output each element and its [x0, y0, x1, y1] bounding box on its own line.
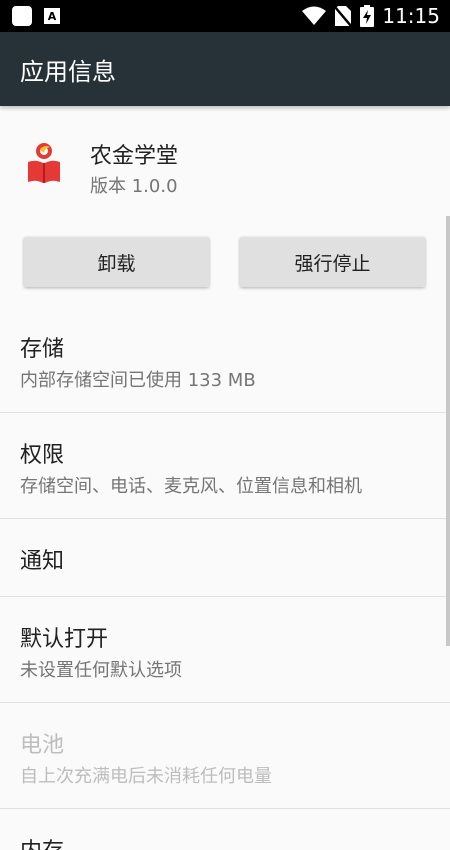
scrollbar-thumb[interactable]: [446, 216, 450, 646]
status-right: 11:15: [302, 4, 440, 28]
app-header: 农金学堂 版本 1.0.0: [0, 106, 450, 216]
no-sim-icon: [334, 6, 353, 27]
settings-row-battery: 电池 自上次充满电后未消耗任何电量: [0, 703, 450, 809]
row-title: 存储: [20, 337, 65, 362]
clock: 11:15: [382, 4, 440, 28]
settings-row-storage[interactable]: 存储 内部存储空间已使用 133 MB: [0, 307, 450, 413]
row-subtitle: 未设置任何默认选项: [20, 660, 182, 681]
settings-row-open-by-default[interactable]: 默认打开 未设置任何默认选项: [0, 597, 450, 703]
row-title: 通知: [20, 549, 65, 574]
status-left: A: [12, 6, 60, 26]
uninstall-button[interactable]: 卸载: [24, 237, 209, 287]
wifi-icon: [302, 6, 327, 25]
status-bar: A 11:15: [0, 0, 450, 32]
settings-row-notifications[interactable]: 通知: [0, 519, 450, 597]
app-version: 版本 1.0.0: [90, 176, 178, 197]
row-title: 权限: [20, 443, 65, 468]
settings-row-permissions[interactable]: 权限 存储空间、电话、麦克风、位置信息和相机: [0, 413, 450, 519]
force-stop-button[interactable]: 强行停止: [240, 237, 425, 287]
row-subtitle: 存储空间、电话、麦克风、位置信息和相机: [20, 476, 362, 497]
row-title: 电池: [20, 733, 65, 758]
row-subtitle: 内部存储空间已使用 133 MB: [20, 370, 256, 391]
page-title: 应用信息: [20, 58, 116, 86]
row-title: 内存: [20, 833, 64, 850]
battery-charging-icon: [360, 5, 375, 27]
a-notification-icon: A: [44, 8, 60, 24]
book-app-icon: [28, 143, 60, 183]
settings-row-memory[interactable]: 内存: [0, 809, 450, 850]
app-info-content[interactable]: 农金学堂 版本 1.0.0 卸载 强行停止 存储 内部存储空间已使用 133 M…: [0, 106, 450, 850]
app-bar: 应用信息: [0, 32, 450, 106]
row-subtitle: 自上次充满电后未消耗任何电量: [20, 766, 272, 787]
row-title: 默认打开: [20, 627, 109, 652]
app-name: 农金学堂: [90, 144, 179, 169]
app-square-icon: [12, 6, 32, 26]
